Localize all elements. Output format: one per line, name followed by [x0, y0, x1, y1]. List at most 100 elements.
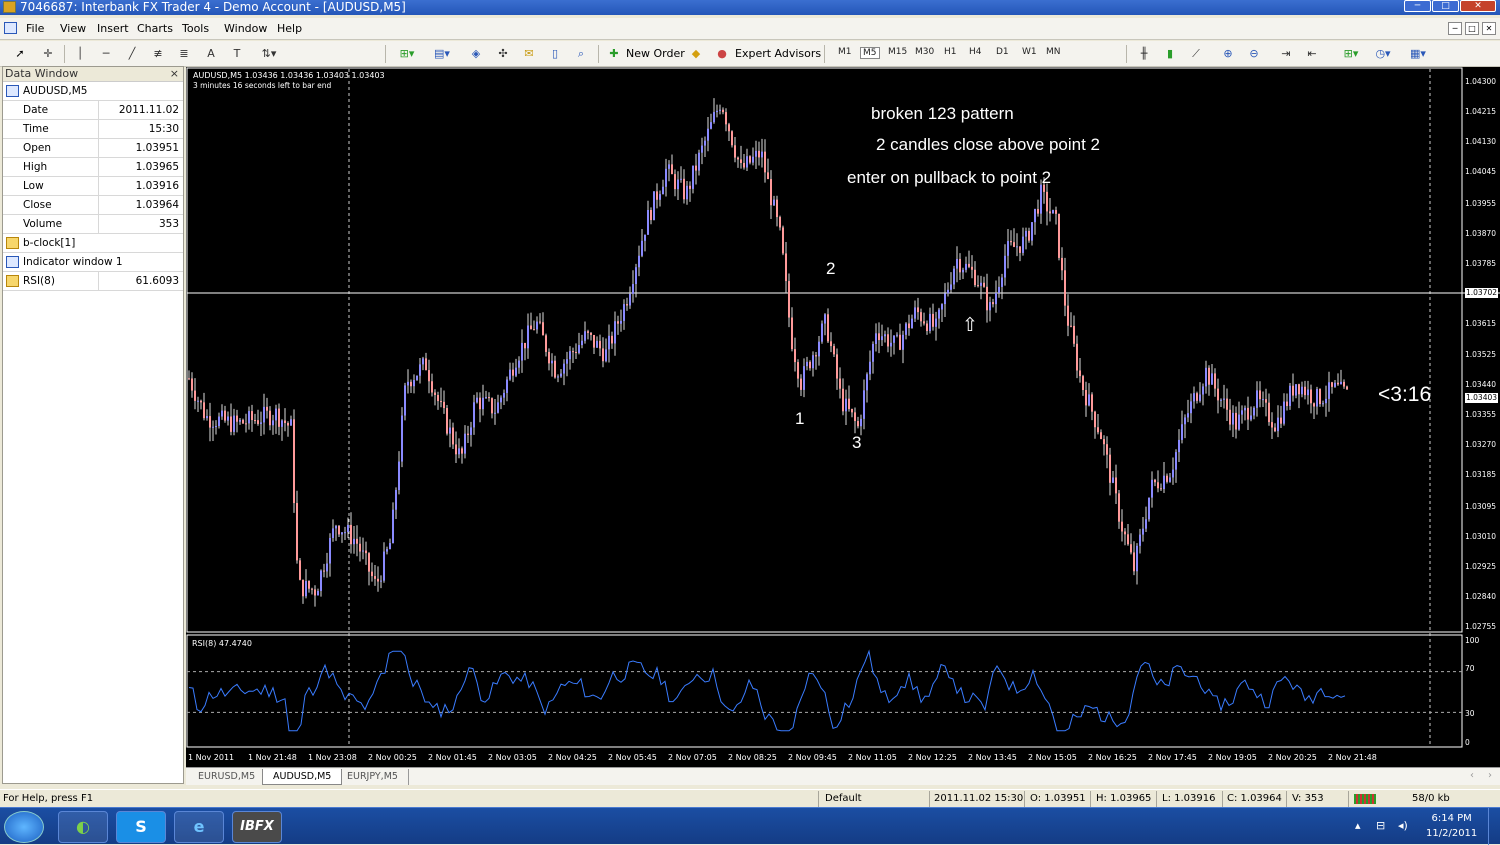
candle-body — [893, 335, 895, 343]
candle-body — [614, 321, 616, 344]
candle-body — [344, 532, 346, 534]
price-chart[interactable] — [186, 67, 1500, 767]
navigator-icon[interactable]: ✣ — [495, 47, 511, 61]
mdi-restore-button[interactable]: □ — [1465, 22, 1479, 35]
candle-body — [566, 359, 568, 364]
candle-body — [1163, 475, 1165, 490]
timeframe-h4[interactable]: H4 — [969, 47, 982, 57]
text-label-icon[interactable]: T — [229, 47, 245, 61]
timeframe-mn[interactable]: MN — [1046, 47, 1061, 57]
menu-help[interactable]: Help — [277, 22, 302, 35]
timeframe-m5[interactable]: M5 — [860, 47, 880, 59]
tabs-scroll-right-icon[interactable]: › — [1488, 770, 1492, 781]
candle-body — [365, 550, 367, 554]
metaeditor-icon[interactable]: ◆ — [688, 47, 704, 61]
candle-body — [434, 392, 436, 395]
candle-body — [950, 284, 952, 290]
channel-icon[interactable]: ≢ — [150, 47, 166, 61]
candle-body — [824, 314, 826, 324]
zoom-in-icon[interactable]: ⊕ — [1220, 47, 1236, 61]
bar-chart-icon[interactable]: ╫ — [1136, 47, 1152, 61]
candle-body — [908, 323, 910, 329]
candle-body — [746, 156, 748, 168]
timeframe-m15[interactable]: M15 — [888, 47, 907, 57]
chart-shift-icon[interactable]: ⇤ — [1304, 47, 1320, 61]
menu-view[interactable]: View — [60, 22, 86, 35]
fibonacci-icon[interactable]: ≣ — [176, 47, 192, 61]
timeframe-m1[interactable]: M1 — [838, 47, 852, 57]
menu-insert[interactable]: Insert — [97, 22, 129, 35]
menu-tools[interactable]: Tools — [182, 22, 209, 35]
crosshair-icon[interactable]: ✛ — [40, 47, 56, 61]
tab-audusd[interactable]: AUDUSD,M5 — [262, 769, 343, 785]
feed-app-icon[interactable]: ◐ — [58, 811, 108, 843]
internet-explorer-icon[interactable]: e — [174, 811, 224, 843]
network-icon[interactable]: ⊟ — [1376, 819, 1385, 832]
candlestick-icon[interactable]: ▮ — [1162, 47, 1178, 61]
terminal-icon[interactable]: ✉ — [521, 47, 537, 61]
arrows-dropdown-icon[interactable]: ⇅▾ — [255, 47, 283, 61]
candle-body — [638, 255, 640, 268]
tab-eurjpy[interactable]: EURJPY,M5 — [337, 769, 409, 785]
candle-body — [308, 581, 310, 589]
templates-icon[interactable]: ▦▾ — [1405, 47, 1431, 61]
price-label: 1.02755 — [1465, 622, 1497, 631]
line-chart-icon[interactable]: ⟋ — [1188, 47, 1204, 61]
autoscroll-icon[interactable]: ⇥ — [1278, 47, 1294, 61]
show-desktop-button[interactable] — [1488, 808, 1500, 845]
candle-body — [731, 131, 733, 146]
candle-body — [263, 406, 265, 423]
strategy-tester-icon[interactable]: ▯ — [547, 47, 563, 61]
timeframe-d1[interactable]: D1 — [996, 47, 1009, 57]
timeframe-w1[interactable]: W1 — [1022, 47, 1037, 57]
candle-body — [479, 397, 481, 410]
mdi-minimize-button[interactable]: ─ — [1448, 22, 1462, 35]
candle-body — [584, 331, 586, 341]
horizontal-line-icon[interactable]: ─ — [98, 47, 114, 61]
start-button[interactable] — [4, 811, 44, 843]
indicators-icon[interactable]: ⊞▾ — [1338, 47, 1364, 61]
candle-body — [494, 412, 496, 414]
status-profile[interactable]: Default — [825, 792, 862, 806]
volume-icon[interactable]: ◂) — [1398, 819, 1408, 832]
new-order-icon[interactable]: ✚ — [606, 47, 622, 61]
expert-advisors-icon[interactable]: ● — [714, 47, 730, 61]
timeframe-m30[interactable]: M30 — [915, 47, 934, 57]
skype-icon[interactable]: S — [116, 811, 166, 843]
candle-body — [203, 402, 205, 419]
taskbar-clock[interactable]: 6:14 PM 11/2/2011 — [1426, 811, 1477, 841]
data-window-close-icon[interactable]: × — [170, 67, 179, 81]
menu-file[interactable]: File — [26, 22, 44, 35]
periods-icon[interactable]: ◷▾ — [1370, 47, 1396, 61]
profiles-icon[interactable]: ▤▾ — [428, 47, 456, 61]
zoom-out-icon[interactable]: ⊖ — [1246, 47, 1262, 61]
new-order-button[interactable]: New Order — [626, 46, 685, 62]
candle-body — [548, 351, 550, 364]
candle-body — [554, 360, 556, 378]
menu-charts[interactable]: Charts — [137, 22, 173, 35]
ibfx-app-button[interactable]: IBFX — [232, 811, 282, 843]
market-watch-icon[interactable]: ◈ — [468, 47, 484, 61]
menu-window[interactable]: Window — [224, 22, 267, 35]
text-icon[interactable]: A — [203, 47, 219, 61]
tab-eurusd[interactable]: EURUSD,M5 — [188, 769, 267, 785]
tabs-scroll-left-icon[interactable]: ‹ — [1470, 770, 1474, 781]
cursor-icon[interactable]: ➚ — [12, 47, 28, 61]
maximize-button[interactable]: □ — [1432, 0, 1459, 12]
expert-advisors-button[interactable]: Expert Advisors — [735, 46, 821, 62]
candle-body — [851, 409, 853, 413]
vertical-line-icon[interactable]: │ — [72, 47, 88, 61]
timeframe-h1[interactable]: H1 — [944, 47, 957, 57]
candle-body — [404, 385, 406, 416]
history-center-icon[interactable]: ⌕ — [573, 47, 589, 61]
trendline-icon[interactable]: ╱ — [124, 47, 140, 61]
status-volume: V: 353 — [1292, 793, 1324, 804]
candle-body — [701, 145, 703, 153]
tray-expand-icon[interactable]: ▴ — [1355, 819, 1361, 832]
candle-body — [1301, 386, 1303, 395]
close-button[interactable]: ✕ — [1460, 0, 1496, 12]
candle-body — [623, 304, 625, 321]
minimize-button[interactable]: ─ — [1404, 0, 1431, 12]
mdi-close-button[interactable]: ✕ — [1482, 22, 1496, 35]
new-chart-icon[interactable]: ⊞▾ — [393, 47, 421, 61]
